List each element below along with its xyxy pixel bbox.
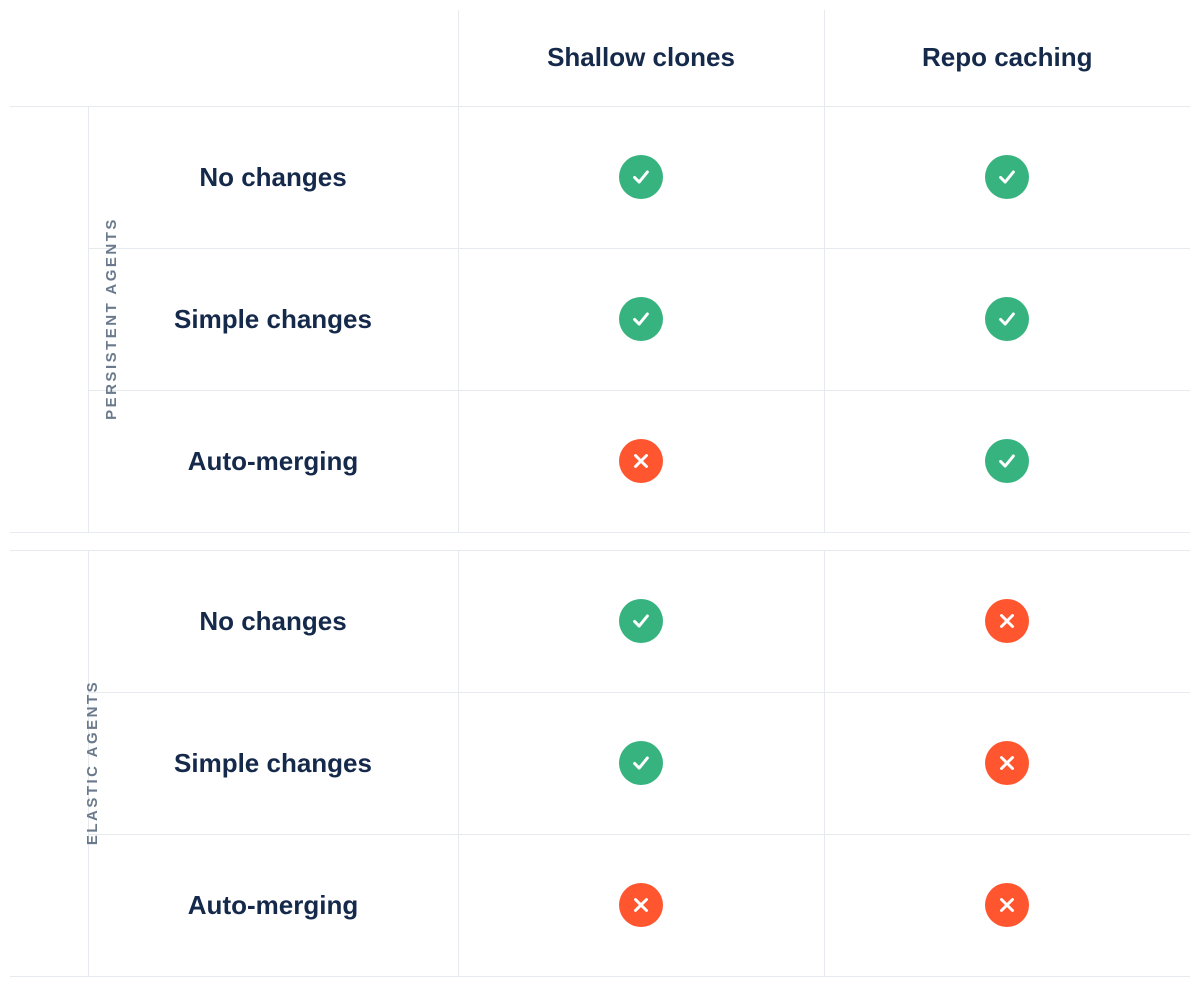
row-label: Auto-merging [88, 834, 458, 976]
check-icon [985, 155, 1029, 199]
row-label: No changes [88, 106, 458, 248]
value-cell [458, 834, 824, 976]
value-cell [824, 550, 1190, 692]
value-cell [458, 692, 824, 834]
group-label: ELASTIC AGENTS [84, 680, 101, 845]
row-label: Simple changes [88, 248, 458, 390]
column-header: Repo caching [824, 10, 1190, 106]
value-cell [458, 106, 824, 248]
check-icon [619, 599, 663, 643]
value-cell [458, 550, 824, 692]
group-label-cell: ELASTIC AGENTS [10, 550, 88, 976]
table-row: Auto-merging [10, 390, 1190, 532]
matrix-table: Shallow clones Repo caching PERSISTENT A… [10, 10, 1190, 977]
comparison-matrix: Shallow clones Repo caching PERSISTENT A… [10, 10, 1190, 977]
check-icon [619, 155, 663, 199]
check-icon [619, 741, 663, 785]
row-label: Auto-merging [88, 390, 458, 532]
column-header: Shallow clones [458, 10, 824, 106]
row-label: No changes [88, 550, 458, 692]
table-row: Auto-merging [10, 834, 1190, 976]
check-icon [985, 439, 1029, 483]
value-cell [824, 248, 1190, 390]
header-row: Shallow clones Repo caching [10, 10, 1190, 106]
table-row: ELASTIC AGENTS No changes [10, 550, 1190, 692]
cross-icon [619, 883, 663, 927]
check-icon [985, 297, 1029, 341]
value-cell [824, 390, 1190, 532]
value-cell [824, 106, 1190, 248]
table-row: Simple changes [10, 692, 1190, 834]
check-icon [619, 297, 663, 341]
table-row: Simple changes [10, 248, 1190, 390]
table-bottom-border [10, 976, 1190, 977]
group-separator [10, 532, 1190, 550]
row-label: Simple changes [88, 692, 458, 834]
group-label-cell: PERSISTENT AGENTS [10, 106, 88, 532]
cross-icon [985, 741, 1029, 785]
cross-icon [985, 599, 1029, 643]
value-cell [824, 692, 1190, 834]
value-cell [458, 390, 824, 532]
cross-icon [985, 883, 1029, 927]
table-row: PERSISTENT AGENTS No changes [10, 106, 1190, 248]
cross-icon [619, 439, 663, 483]
value-cell [824, 834, 1190, 976]
group-label: PERSISTENT AGENTS [103, 217, 120, 420]
value-cell [458, 248, 824, 390]
